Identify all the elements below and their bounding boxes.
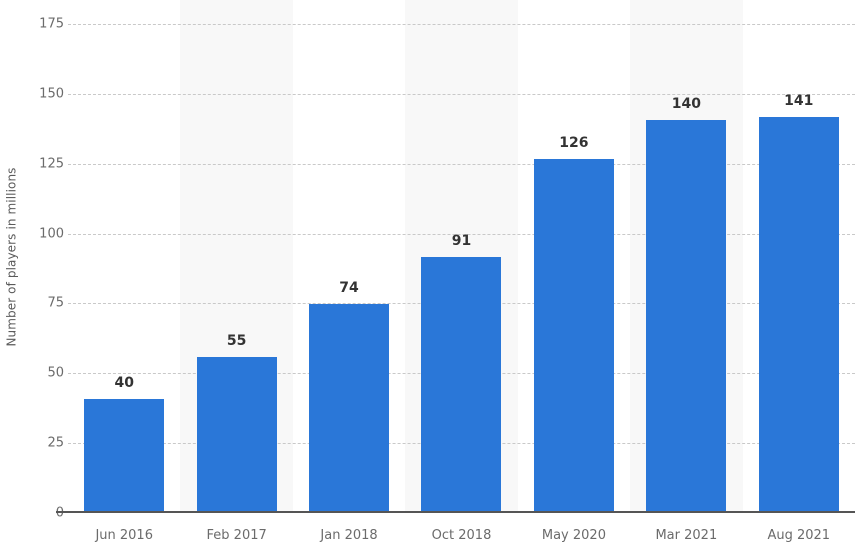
y-tick-label-50: 50 — [47, 365, 64, 381]
y-tick-label-75: 75 — [47, 295, 64, 311]
y-tick-label-125: 125 — [39, 156, 64, 172]
bar-value-label: 91 — [451, 232, 472, 249]
bar-slot-3: 91 — [405, 0, 517, 511]
x-tick-label-3: Oct 2018 — [431, 528, 492, 543]
x-tick-label-1: Feb 2017 — [206, 528, 267, 543]
bar-value-label: 40 — [114, 375, 134, 392]
y-tick-label-100: 100 — [39, 226, 64, 242]
bar-value-label: 126 — [559, 134, 589, 151]
bar[interactable] — [533, 158, 614, 511]
bar-value-label: 74 — [339, 280, 359, 297]
bar[interactable] — [758, 117, 839, 511]
plot-area: 40 55 74 91 126 140 141 — [56, 0, 855, 513]
x-axis-ticks: Jun 2016 Feb 2017 Jan 2018 Oct 2018 May 2020… — [68, 515, 855, 556]
bar-chart: Number of players in millions 0 25 50 75 100… — [0, 0, 862, 556]
x-axis-line — [56, 511, 855, 513]
x-tick-label-4: May 2020 — [541, 528, 606, 543]
bar-slot-5: 140 — [630, 0, 742, 511]
y-tick-label-0: 0 — [55, 505, 64, 521]
x-tick-label-2: Jan 2018 — [320, 528, 378, 543]
bar-value-label: 55 — [226, 333, 247, 350]
bar[interactable] — [646, 119, 727, 511]
bar[interactable] — [196, 357, 277, 511]
bar-value-label: 141 — [784, 93, 814, 110]
y-tick-label-150: 150 — [39, 86, 64, 102]
y-axis-ticks: 0 25 50 75 100 125 150 175 — [12, 0, 64, 521]
x-tick-label-6: Aug 2021 — [767, 528, 831, 543]
bar-slot-4: 126 — [518, 0, 630, 511]
x-tick-label-0: Jun 2016 — [95, 528, 153, 543]
bar-value-label: 140 — [671, 95, 701, 112]
x-tick-label-5: Mar 2021 — [655, 528, 718, 543]
bar-slot-6: 141 — [743, 0, 855, 511]
bar-slot-2: 74 — [293, 0, 405, 511]
bar-slot-0: 40 — [68, 0, 180, 511]
y-tick-label-25: 25 — [47, 435, 64, 451]
bar[interactable] — [309, 304, 390, 511]
bar-slot-1: 55 — [180, 0, 292, 511]
y-tick-label-175: 175 — [39, 16, 64, 32]
bar[interactable] — [421, 256, 502, 511]
bar[interactable] — [84, 399, 165, 511]
